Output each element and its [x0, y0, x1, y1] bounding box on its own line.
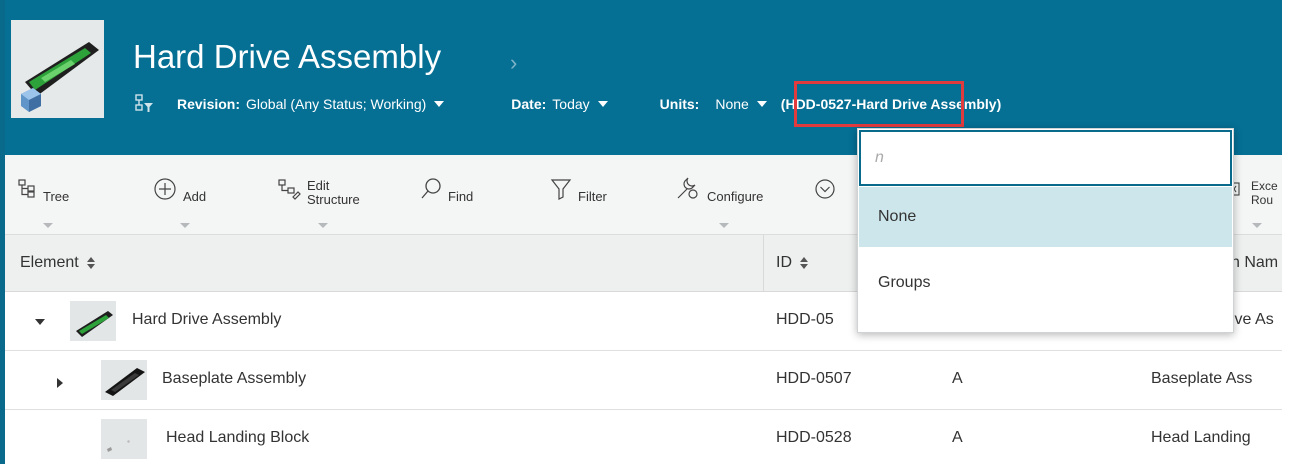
hierarchy-filter-icon[interactable] [133, 93, 155, 115]
caret-down-icon [719, 223, 730, 228]
caret-down-icon [1252, 223, 1263, 228]
caret-down-icon [434, 101, 445, 107]
breadcrumb-chevron-icon[interactable]: › [510, 52, 517, 74]
expand-caret-icon[interactable] [35, 319, 45, 325]
row-id: HDD-05 [776, 311, 834, 328]
column-header-id[interactable]: ID [776, 254, 808, 272]
item-thumbnail [11, 20, 104, 118]
row-name: ive As [1231, 311, 1274, 328]
page-title: Hard Drive Assembly [133, 38, 442, 75]
units-search-field[interactable] [859, 130, 1232, 186]
row-element-name: Hard Drive Assembly [132, 311, 282, 328]
caret-down-icon [179, 223, 190, 228]
row-id: HDD-0528 [776, 429, 852, 446]
row-thumbnail [70, 301, 116, 341]
units-highlight-box [794, 81, 964, 127]
app-frame: Hard Drive Assembly › Revision: Global (… [0, 0, 1282, 464]
date-selector[interactable]: Date: Today [511, 96, 608, 112]
row-revision: A [952, 429, 963, 446]
add-label: Add [183, 189, 207, 204]
excel-rollup-label: Exce Rou [1251, 179, 1278, 207]
tree-icon [17, 177, 37, 202]
filter-icon [550, 177, 572, 204]
units-option-groups[interactable]: Groups [859, 253, 1232, 313]
tree-button[interactable]: Tree [17, 177, 70, 228]
sort-icon [86, 257, 95, 269]
sort-icon [800, 257, 808, 269]
column-header-name[interactable]: n Nam [1231, 254, 1278, 272]
excel-rollup-button[interactable]: Exce Rou [1227, 177, 1278, 228]
filter-label: Filter [578, 189, 607, 204]
add-icon [153, 177, 177, 204]
caret-down-icon [756, 101, 767, 107]
caret-down-icon [43, 223, 54, 228]
units-selector[interactable]: Units: None [660, 96, 767, 112]
units-label: Units: [659, 96, 700, 112]
edit-structure-button[interactable]: Edit Structure [277, 177, 360, 228]
edit-structure-icon [277, 177, 301, 204]
configure-icon [675, 177, 701, 204]
revision-value: Global (Any Status; Working) [246, 96, 427, 112]
row-id: HDD-0507 [776, 370, 852, 387]
configure-button[interactable]: Configure [675, 177, 764, 228]
units-search-input[interactable] [861, 132, 1230, 184]
configure-label: Configure [707, 189, 764, 204]
row-thumbnail [101, 419, 147, 459]
filter-button[interactable]: Filter [550, 177, 607, 217]
find-label: Find [448, 189, 474, 204]
table-row[interactable]: Baseplate Assembly HDD-0507 A Baseplate … [5, 351, 1282, 410]
row-thumbnail [101, 360, 147, 400]
expand-caret-icon[interactable] [57, 378, 63, 388]
add-button[interactable]: Add [153, 177, 207, 228]
caret-down-icon [318, 223, 329, 228]
date-label: Date: [511, 96, 547, 112]
row-name: Baseplate Ass [1151, 370, 1253, 387]
revision-selector[interactable]: Revision: Global (Any Status; Working) [177, 96, 445, 112]
row-name: Head Landing [1151, 429, 1251, 446]
column-header-element[interactable]: Element [20, 254, 95, 272]
table-row[interactable]: Head Landing Block HDD-0528 A Head Landi… [5, 410, 1282, 464]
row-element-name: Baseplate Assembly [162, 370, 307, 387]
window-edge [1282, 0, 1295, 464]
revision-label: Revision: [177, 96, 241, 112]
more-button[interactable] [813, 177, 843, 217]
units-option-none[interactable]: None [859, 187, 1232, 247]
edit-structure-label: Edit Structure [307, 178, 360, 207]
units-dropdown: None Groups [857, 128, 1234, 333]
chevron-down-circle-icon [813, 177, 837, 204]
search-icon [420, 177, 442, 204]
caret-down-icon [597, 101, 608, 107]
date-value: Today [552, 96, 590, 112]
row-element-name: Head Landing Block [166, 429, 310, 446]
units-value: None [715, 96, 749, 112]
find-button[interactable]: Find [420, 177, 473, 217]
row-revision: A [952, 370, 963, 387]
tree-label: Tree [43, 189, 70, 204]
